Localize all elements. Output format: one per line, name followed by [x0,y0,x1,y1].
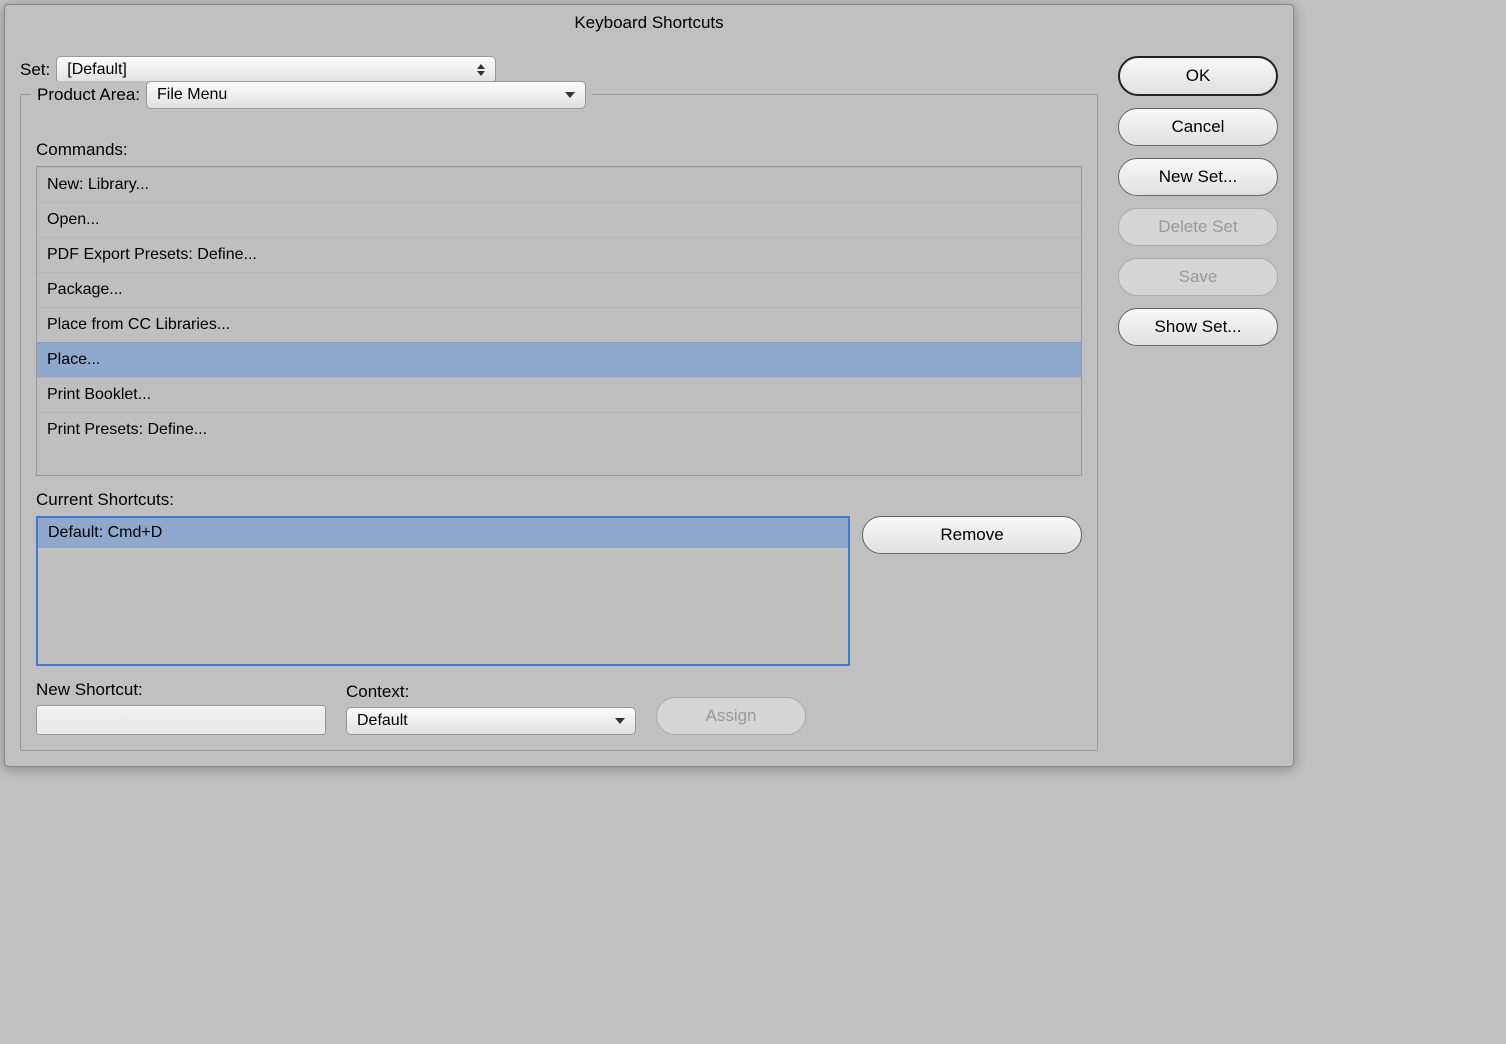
shortcut-list-item[interactable]: Default: Cmd+D [38,518,848,548]
cancel-button[interactable]: Cancel [1118,108,1278,146]
commands-listbox[interactable]: New: Library...Open...PDF Export Presets… [36,166,1082,476]
command-list-item[interactable]: Package... [37,272,1081,307]
save-button[interactable]: Save [1118,258,1278,296]
ok-button[interactable]: OK [1118,56,1278,96]
command-list-item[interactable]: New: Library... [37,167,1081,202]
new-shortcut-label: New Shortcut: [36,680,326,700]
show-set-button[interactable]: Show Set... [1118,308,1278,346]
set-dropdown[interactable]: [Default] [56,56,496,84]
product-area-dropdown[interactable]: File Menu [146,81,586,109]
product-area-dropdown-value: File Menu [157,86,227,104]
delete-set-button[interactable]: Delete Set [1118,208,1278,246]
set-label: Set: [20,60,50,80]
command-list-item[interactable]: PDF Export Presets: Define... [37,237,1081,272]
chevron-updown-icon [467,64,485,76]
new-shortcut-input[interactable] [36,705,326,735]
keyboard-shortcuts-dialog: Keyboard Shortcuts Set: [Default] Produc… [4,4,1294,767]
commands-fieldset: Product Area: File Menu Commands: New: L… [20,94,1098,751]
command-list-item[interactable]: Open... [37,202,1081,237]
context-dropdown-value: Default [357,712,408,730]
command-list-item[interactable]: Print Booklet... [37,377,1081,412]
set-dropdown-value: [Default] [67,61,127,79]
command-list-item[interactable]: Place... [37,342,1081,377]
context-dropdown[interactable]: Default [346,707,636,735]
product-area-label: Product Area: [37,85,140,105]
context-label: Context: [346,682,636,702]
current-shortcuts-listbox[interactable]: Default: Cmd+D [36,516,850,666]
chevron-down-icon [565,92,575,98]
command-list-item[interactable]: Place from CC Libraries... [37,307,1081,342]
command-list-item[interactable]: Print Presets: Define... [37,412,1081,447]
dialog-title: Keyboard Shortcuts [5,5,1293,41]
remove-button[interactable]: Remove [862,516,1082,554]
commands-label: Commands: [36,140,1082,160]
new-set-button[interactable]: New Set... [1118,158,1278,196]
current-shortcuts-label: Current Shortcuts: [36,490,1082,510]
chevron-down-icon [615,718,625,724]
assign-button[interactable]: Assign [656,697,806,735]
